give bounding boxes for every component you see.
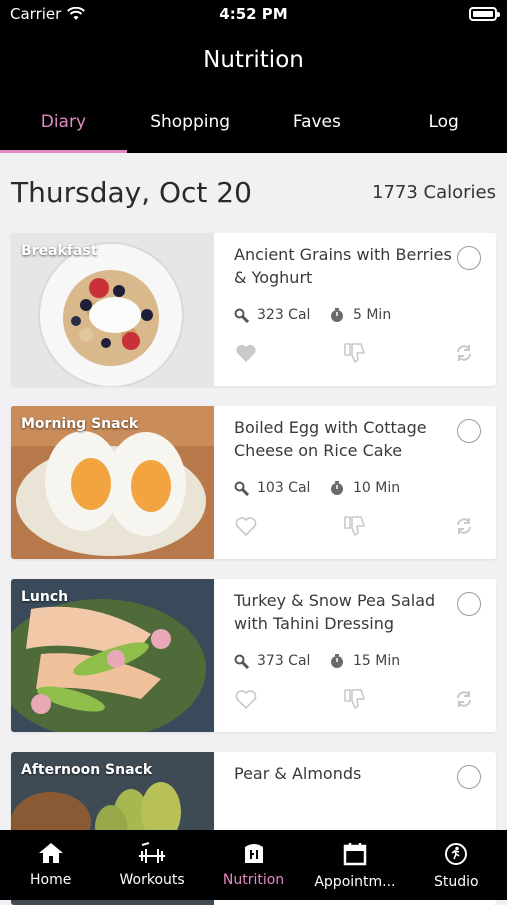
meal-details: Ancient Grains with Berries & Yoghurt 32… [214,233,496,386]
meal-calories: 103 Cal [234,480,329,496]
tab-workouts[interactable]: Workouts [101,830,202,900]
tab-home[interactable]: Home [0,830,101,900]
meal-card-morning-snack[interactable]: Morning Snack Boiled Egg with Cottage Ch… [11,406,496,559]
heart-icon[interactable] [234,687,258,711]
timer-icon [331,654,343,668]
meal-time-value: 10 Min [353,480,401,496]
tab-studio[interactable]: Studio [406,830,507,900]
diary-date: Thursday, Oct 20 [11,175,252,209]
tab-appointments[interactable]: Appointm... [304,830,405,900]
tab-faves[interactable]: Faves [254,96,381,153]
timer-icon [331,308,343,322]
search-icon [234,308,249,323]
meal-card-lunch[interactable]: Lunch Turkey & Snow Pea Salad with Tahin… [11,579,496,732]
meal-time-value: 15 Min [353,653,401,669]
tab-shopping[interactable]: Shopping [127,96,254,153]
heart-icon[interactable] [234,341,258,365]
meal-image-lunch: Lunch [11,579,214,732]
meal-calories: 323 Cal [234,307,329,323]
meal-actions [234,341,476,365]
meal-meta: 103 Cal 10 Min [234,480,400,496]
dumbbell-icon [139,842,166,863]
meal-image-breakfast: Breakfast [11,233,214,386]
diary-date-row: Thursday, Oct 20 1773 Calories [0,153,507,231]
meal-calories-value: 373 Cal [257,653,311,669]
meal-type-label: Breakfast [21,243,98,259]
meal-meta: 323 Cal 5 Min [234,307,391,323]
status-time: 4:52 PM [219,5,288,23]
calendar-icon [343,843,367,866]
meal-details: Turkey & Snow Pea Salad with Tahini Dres… [214,579,496,732]
meal-actions [234,514,476,538]
tab-diary[interactable]: Diary [0,96,127,153]
thumbs-down-icon[interactable] [343,341,367,365]
swap-icon[interactable] [452,687,476,711]
battery-icon [469,7,500,21]
heart-icon[interactable] [234,514,258,538]
page-title: Nutrition [0,30,507,96]
tab-nutrition-label: Nutrition [222,872,285,888]
tab-workouts-label: Workouts [119,872,185,888]
meal-time: 15 Min [329,653,400,669]
meal-title: Pear & Almonds [234,764,362,783]
meal-type-label: Afternoon Snack [21,762,153,778]
total-calories: 1773 Calories [372,181,496,203]
bottom-tab-bar: Home Workouts Nutrition Appointm... Stud… [0,830,507,900]
search-icon [234,481,249,496]
meal-card-breakfast[interactable]: Breakfast Ancient Grains with Berries & … [11,233,496,386]
meal-meta: 373 Cal 15 Min [234,653,400,669]
studio-icon [445,843,468,865]
meal-title: Turkey & Snow Pea Salad with Tahini Dres… [234,591,436,633]
home-icon [38,843,63,863]
meal-calories-value: 103 Cal [257,480,311,496]
thumbs-down-icon[interactable] [343,514,367,538]
meal-complete-toggle[interactable] [457,765,481,789]
swap-icon[interactable] [452,341,476,365]
meal-time-value: 5 Min [353,307,392,323]
tab-appointments-label: Appointm... [314,874,396,890]
meal-time: 5 Min [329,307,391,323]
status-bar: Carrier 4:52 PM [0,0,507,30]
meal-calories-value: 323 Cal [257,307,311,323]
nutrition-icon [244,844,263,863]
meal-complete-toggle[interactable] [457,246,481,270]
meal-title: Ancient Grains with Berries & Yoghurt [234,245,452,287]
meal-image-morning-snack: Morning Snack [11,406,214,559]
nutrition-tabs: Diary Shopping Faves Log [0,96,507,153]
tab-studio-label: Studio [434,874,479,890]
meal-complete-toggle[interactable] [457,592,481,616]
timer-icon [331,481,343,495]
meal-calories: 373 Cal [234,653,329,669]
meal-type-label: Morning Snack [21,416,139,432]
meal-type-label: Lunch [21,589,69,605]
meal-actions [234,687,476,711]
meal-complete-toggle[interactable] [457,419,481,443]
tab-log[interactable]: Log [380,96,507,153]
tab-nutrition[interactable]: Nutrition [203,830,304,900]
meal-details: Boiled Egg with Cottage Cheese on Rice C… [214,406,496,559]
meal-title: Boiled Egg with Cottage Cheese on Rice C… [234,418,427,460]
meal-time: 10 Min [329,480,400,496]
thumbs-down-icon[interactable] [343,687,367,711]
tab-home-label: Home [30,872,72,888]
search-icon [234,654,249,669]
swap-icon[interactable] [452,514,476,538]
